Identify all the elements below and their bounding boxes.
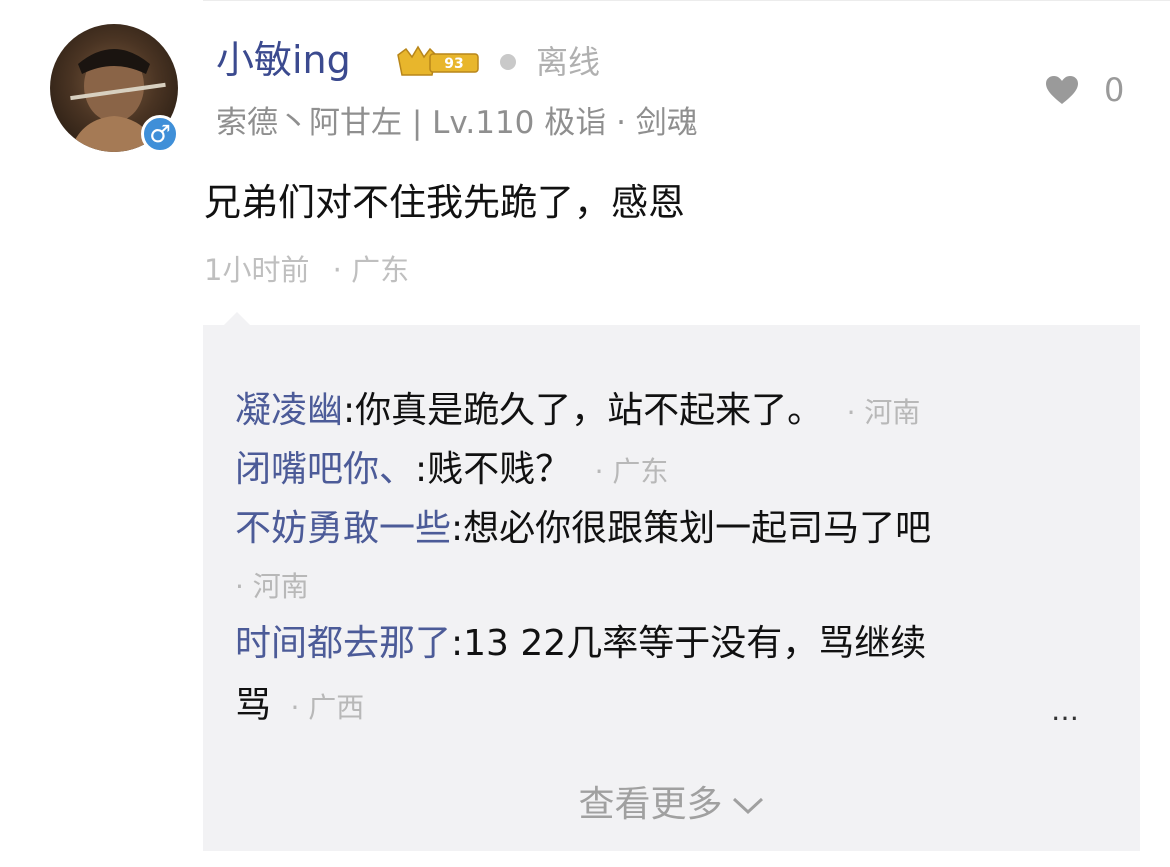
- more-options-icon[interactable]: …: [1051, 694, 1080, 727]
- view-more-button[interactable]: 查看更多: [203, 775, 1140, 827]
- post-content: 兄弟们对不住我先跪了，感恩: [204, 181, 685, 224]
- heart-icon: [1046, 76, 1078, 104]
- reply-text: :想必你很跟策划一起司马了吧: [451, 508, 932, 549]
- male-icon: ♂: [141, 115, 179, 153]
- reply-location: · 广东: [594, 455, 669, 488]
- reply-item[interactable]: 闭嘴吧你、:贱不贱？ · 广东: [235, 441, 668, 501]
- reply-location: · 河南: [235, 570, 309, 603]
- reply-location: · 广西: [290, 691, 365, 724]
- top-divider: [203, 0, 1170, 1]
- reply-item[interactable]: 时间都去那了:13 22几率等于没有，骂继续: [235, 615, 926, 673]
- post-location: · 广东: [332, 253, 410, 287]
- online-status: 离线: [536, 43, 601, 81]
- reply-pointer: [223, 312, 251, 326]
- reply-nickname[interactable]: 凝凌幽: [235, 390, 343, 431]
- reply-nickname[interactable]: 不妨勇敢一些: [235, 508, 451, 549]
- badge-level: 93: [444, 56, 463, 72]
- like-button[interactable]: 0: [1044, 70, 1124, 110]
- reply-text-continued: 骂: [235, 685, 272, 726]
- like-count: 0: [1104, 71, 1125, 109]
- reply-box: 凝凌幽:你真是跪久了，站不起来了。 · 河南 闭嘴吧你、:贱不贱？ · 广东 不…: [203, 325, 1140, 851]
- post-time: 1小时前: [204, 253, 310, 287]
- chevron-down-icon: [732, 797, 763, 815]
- reply-text: :13 22几率等于没有，骂继续: [451, 623, 927, 664]
- view-more-label: 查看更多: [578, 784, 723, 825]
- username[interactable]: 小敏ing: [216, 36, 351, 84]
- reply-location: · 河南: [846, 396, 921, 429]
- reply-item[interactable]: 凝凌幽:你真是跪久了，站不起来了。 · 河南: [235, 382, 920, 442]
- reply-text: :你真是跪久了，站不起来了。: [343, 390, 824, 431]
- gender-symbol: ♂: [149, 120, 171, 148]
- reply-item-continued: 骂 · 广西: [235, 677, 364, 737]
- reply-text: :贱不贱？: [415, 449, 572, 490]
- level-badge-icon: 93: [396, 45, 480, 79]
- reply-nickname[interactable]: 时间都去那了: [235, 623, 451, 664]
- status-dot: [500, 54, 516, 70]
- user-meta: 索德丶阿甘左 | Lv.110 极诣 · 剑魂: [216, 105, 698, 141]
- reply-nickname[interactable]: 闭嘴吧你、: [235, 449, 415, 490]
- reply-item[interactable]: 不妨勇敢一些:想必你很跟策划一起司马了吧: [235, 500, 931, 558]
- post-time-location: 1小时前 · 广东: [204, 250, 409, 290]
